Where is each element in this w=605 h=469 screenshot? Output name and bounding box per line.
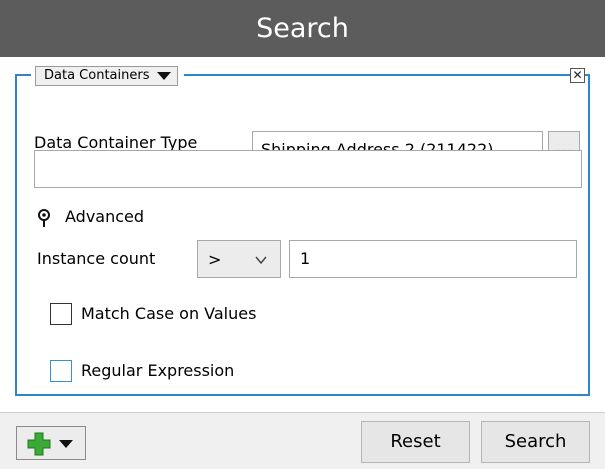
reset-button[interactable]: Reset [361,421,470,463]
instance-count-label: Instance count [37,249,156,268]
close-icon[interactable]: ✕ [570,68,585,83]
caret-down-icon [157,72,172,80]
match-case-label[interactable]: Match Case on Values [81,304,256,323]
add-criteria-button[interactable] [16,426,86,460]
operator-value: > [208,249,222,269]
search-button[interactable]: Search [481,421,590,463]
pin-icon[interactable] [37,209,51,227]
data-containers-dropdown[interactable]: Data Containers [35,66,179,86]
data-containers-group: Data Containers ✕ Data Container Type Sh… [15,66,590,396]
caret-down-icon [59,440,73,448]
group-header: Data Containers [31,66,185,86]
advanced-toggle-label[interactable]: Advanced [65,207,144,226]
instance-count-operator-select[interactable]: > [197,240,281,278]
match-case-checkbox[interactable] [50,303,72,325]
window-title: Search [0,0,605,57]
value-text-field[interactable] [34,150,582,188]
regular-expression-checkbox[interactable] [50,360,72,382]
data-containers-dropdown-label: Data Containers [44,68,150,83]
chevron-down-icon [255,256,267,265]
plus-icon [27,432,51,456]
regular-expression-label[interactable]: Regular Expression [81,361,234,380]
instance-count-input[interactable]: 1 [289,240,577,278]
